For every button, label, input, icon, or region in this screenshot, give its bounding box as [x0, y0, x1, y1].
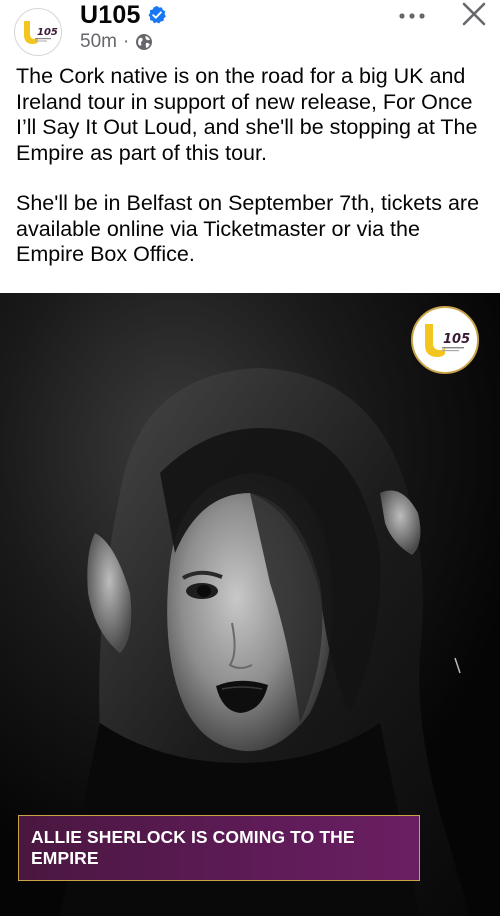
close-icon	[462, 2, 486, 26]
svg-text:105: 105	[37, 27, 58, 38]
page-name-row: U105	[80, 0, 167, 30]
svg-text:105: 105	[443, 332, 470, 347]
meta-separator: ·	[122, 31, 130, 52]
u105-logo-icon: 105	[16, 10, 60, 54]
post-body-text: The Cork native is on the road for a big…	[16, 64, 492, 268]
post-header: 105 U105 50m ·	[0, 0, 500, 62]
post-paragraph: She'll be in Belfast on September 7th, t…	[16, 191, 480, 266]
page-avatar[interactable]: 105	[14, 8, 62, 56]
verified-badge-icon	[148, 6, 166, 24]
close-button[interactable]	[454, 0, 494, 28]
page-name[interactable]: U105	[80, 1, 141, 30]
banner-headline: ALLIE SHERLOCK IS COMING TO THE EMPIRE	[31, 827, 355, 868]
u105-logo-icon: 105	[414, 309, 476, 371]
event-banner: ALLIE SHERLOCK IS COMING TO THE EMPIRE	[18, 815, 420, 881]
globe-icon[interactable]	[135, 33, 153, 51]
u105-watermark-logo: 105	[411, 306, 479, 374]
post-meta: 50m ·	[80, 30, 153, 54]
post-photo[interactable]: 105 ALLIE SHERLOCK IS COMING TO THE EMPI…	[0, 293, 500, 916]
post-paragraph: The Cork native is on the road for a big…	[16, 64, 478, 165]
post-timestamp[interactable]: 50m	[80, 31, 117, 53]
more-options-button[interactable]	[390, 4, 434, 28]
more-horizontal-icon	[399, 13, 425, 19]
